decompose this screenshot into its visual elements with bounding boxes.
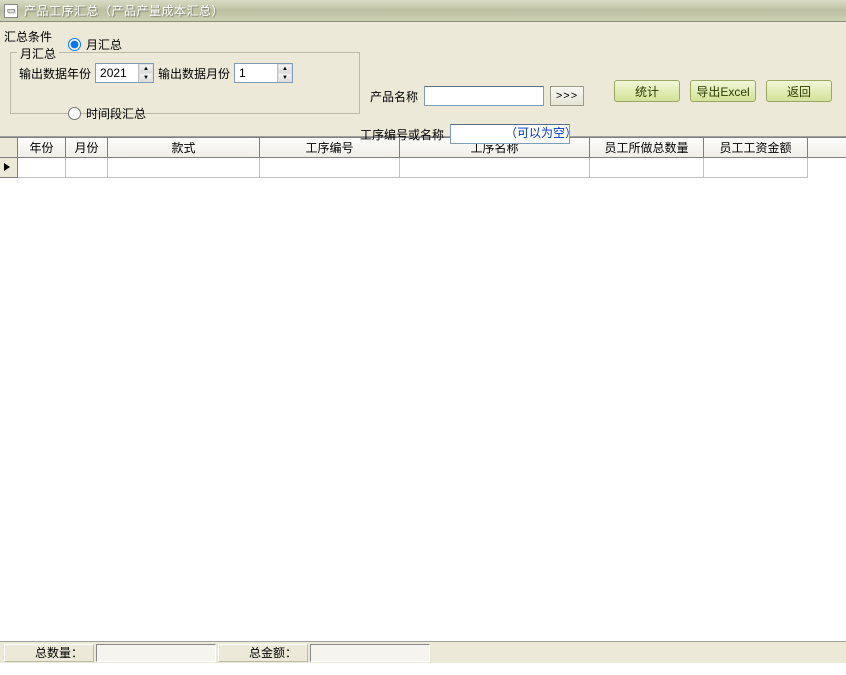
product-pick-button[interactable]: >>> xyxy=(550,86,584,106)
radio-month[interactable] xyxy=(68,38,81,51)
grid-body[interactable] xyxy=(0,158,846,628)
conditions-label: 汇总条件 xyxy=(4,28,840,45)
radio-range-row: 时间段汇总 xyxy=(68,105,146,122)
product-row: 产品名称 >>> xyxy=(370,86,584,106)
export-button[interactable]: 导出Excel xyxy=(690,80,756,102)
total-qty-value xyxy=(96,644,216,662)
row-selector-header[interactable] xyxy=(0,138,18,157)
title-bar: ▭ 产品工序汇总（产品产量成本汇总） xyxy=(0,0,846,22)
back-button[interactable]: 返回 xyxy=(766,80,832,102)
year-down-icon[interactable]: ▼ xyxy=(139,73,153,82)
data-grid: 年份 月份 款式 工序编号 工序名称 员工所做总数量 员工工资金额 xyxy=(0,137,846,628)
radio-range[interactable] xyxy=(68,107,81,120)
cell[interactable] xyxy=(66,158,108,178)
window-system-icon[interactable]: ▭ xyxy=(4,4,18,18)
month-fieldset: 月汇总 输出数据年份 ▲ ▼ 输出数据月份 ▲ ▼ xyxy=(10,52,360,114)
row-indicator-icon[interactable] xyxy=(0,158,18,178)
total-amt-value xyxy=(310,644,430,662)
month-spinner[interactable]: ▲ ▼ xyxy=(234,63,293,83)
year-up-icon[interactable]: ▲ xyxy=(139,64,153,73)
table-row[interactable] xyxy=(0,158,846,178)
cell[interactable] xyxy=(18,158,66,178)
col-total-qty[interactable]: 员工所做总数量 xyxy=(590,138,704,157)
product-label: 产品名称 xyxy=(370,88,418,105)
total-amt-label: 总金额： xyxy=(218,644,308,662)
cell[interactable] xyxy=(590,158,704,178)
radio-range-label: 时间段汇总 xyxy=(86,105,146,122)
product-input[interactable] xyxy=(424,86,544,106)
process-label: 工序编号或名称 xyxy=(360,126,444,143)
stat-button[interactable]: 统计 xyxy=(614,80,680,102)
month-up-icon[interactable]: ▲ xyxy=(278,64,292,73)
status-bar: 总数量： 总金额： xyxy=(0,641,846,663)
radio-month-label: 月汇总 xyxy=(86,36,122,53)
year-input[interactable] xyxy=(96,64,138,82)
process-hint: （可以为空） xyxy=(505,124,577,141)
cell[interactable] xyxy=(400,158,590,178)
col-style[interactable]: 款式 xyxy=(108,138,260,157)
total-qty-label: 总数量： xyxy=(4,644,94,662)
action-buttons: 统计 导出Excel 返回 xyxy=(614,80,832,102)
month-label: 输出数据月份 xyxy=(158,65,230,82)
month-input[interactable] xyxy=(235,64,277,82)
cell[interactable] xyxy=(108,158,260,178)
col-month[interactable]: 月份 xyxy=(66,138,108,157)
cell[interactable] xyxy=(260,158,400,178)
year-label: 输出数据年份 xyxy=(19,65,91,82)
radio-month-row: 月汇总 xyxy=(68,36,122,53)
year-spinner[interactable]: ▲ ▼ xyxy=(95,63,154,83)
cell[interactable] xyxy=(704,158,808,178)
window-title: 产品工序汇总（产品产量成本汇总） xyxy=(24,2,224,19)
col-year[interactable]: 年份 xyxy=(18,138,66,157)
conditions-panel: 汇总条件 月汇总 月汇总 输出数据年份 ▲ ▼ 输出数据月份 ▲ ▼ xyxy=(0,22,846,137)
month-fieldset-legend: 月汇总 xyxy=(17,45,59,62)
col-wage[interactable]: 员工工资金额 xyxy=(704,138,808,157)
month-down-icon[interactable]: ▼ xyxy=(278,73,292,82)
